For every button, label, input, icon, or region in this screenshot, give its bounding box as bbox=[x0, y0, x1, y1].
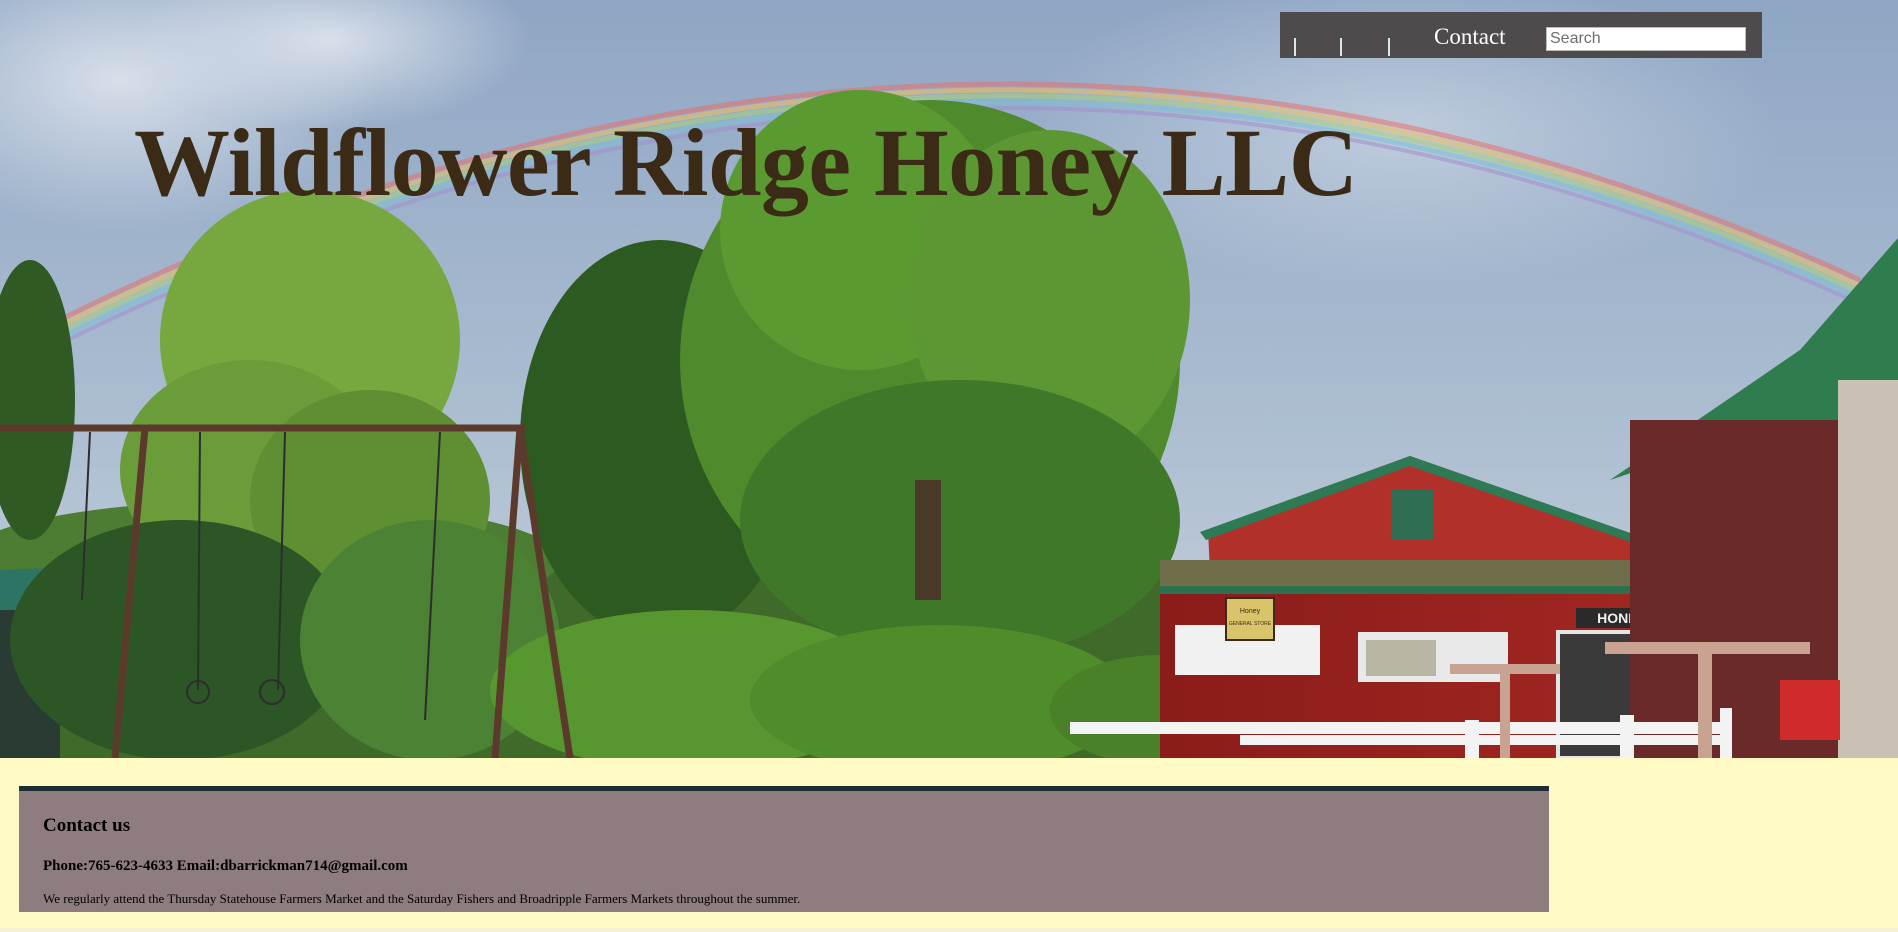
nav-separator bbox=[1388, 38, 1390, 56]
site-title: Wildflower Ridge Honey LLC bbox=[134, 109, 1358, 216]
contact-section: Contact us Phone:765-623-4633 Email:dbar… bbox=[19, 786, 1549, 912]
nav-separator bbox=[1294, 38, 1296, 56]
contact-phone-email: Phone:765-623-4633 Email:dbarrickman714@… bbox=[43, 858, 408, 874]
contact-heading: Contact us bbox=[43, 815, 131, 836]
search-input[interactable] bbox=[1546, 27, 1746, 51]
nav-contact-link[interactable]: Contact bbox=[1434, 24, 1506, 50]
page-bottom-strip bbox=[0, 928, 1898, 932]
store-sign-line-2: GENERAL STORE bbox=[1229, 621, 1272, 627]
markets-note: We regularly attend the Thursday Stateho… bbox=[43, 891, 801, 906]
top-nav-bar: Contact bbox=[1280, 12, 1762, 58]
nav-separator bbox=[1340, 38, 1342, 56]
store-sign-line-1: Honey bbox=[1240, 608, 1261, 615]
